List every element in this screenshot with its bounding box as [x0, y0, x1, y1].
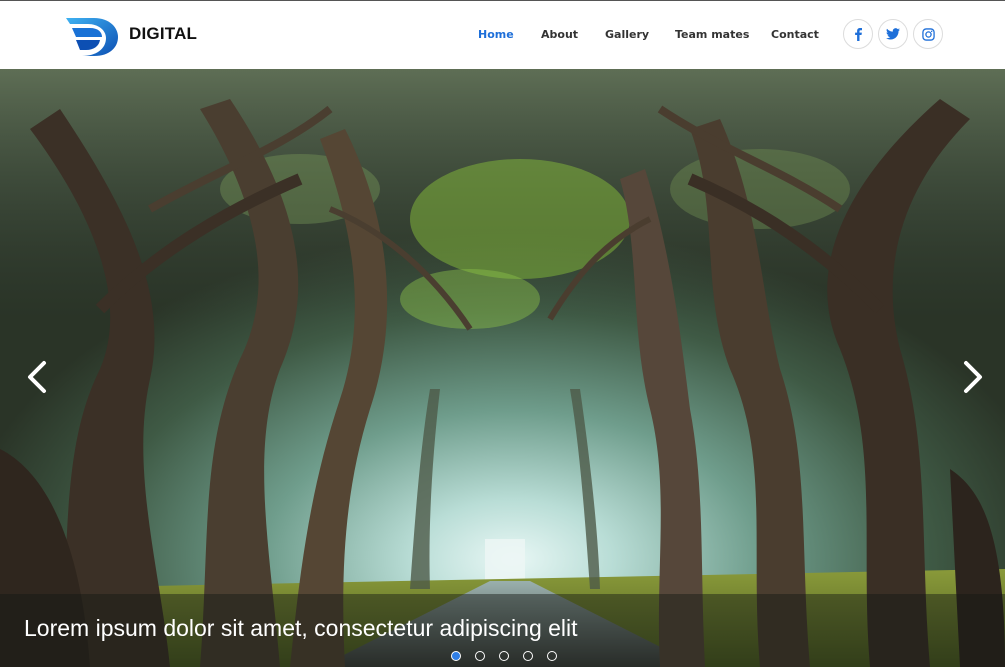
chevron-left-icon[interactable]	[16, 355, 60, 399]
swoosh-d-logo-icon[interactable]	[66, 18, 118, 56]
twitter-icon	[886, 28, 900, 40]
nav-about[interactable]: About	[541, 28, 578, 41]
instagram-button[interactable]	[913, 19, 943, 49]
brand-name[interactable]: DIGITAL	[129, 24, 197, 44]
hero-slider	[0, 69, 1005, 667]
chevron-right-icon[interactable]	[950, 355, 994, 399]
facebook-button[interactable]	[843, 19, 873, 49]
instagram-icon	[921, 27, 935, 41]
slider-dot-2[interactable]	[475, 651, 485, 661]
site-header: DIGITAL Home About Gallery Team mates Co…	[0, 1, 1005, 69]
slider-dot-5[interactable]	[547, 651, 557, 661]
slider-dot-3[interactable]	[499, 651, 509, 661]
twitter-button[interactable]	[878, 19, 908, 49]
nav-contact[interactable]: Contact	[771, 28, 819, 41]
nav-gallery[interactable]: Gallery	[605, 28, 649, 41]
slide-image	[0, 69, 1005, 667]
slider-pagination	[451, 651, 561, 661]
slide-caption: Lorem ipsum dolor sit amet, consectetur …	[24, 615, 578, 641]
facebook-icon	[855, 28, 862, 41]
slider-dot-4[interactable]	[523, 651, 533, 661]
nav-home[interactable]: Home	[478, 28, 514, 41]
nav-team-mates[interactable]: Team mates	[675, 28, 749, 41]
slider-dot-1[interactable]	[451, 651, 461, 661]
